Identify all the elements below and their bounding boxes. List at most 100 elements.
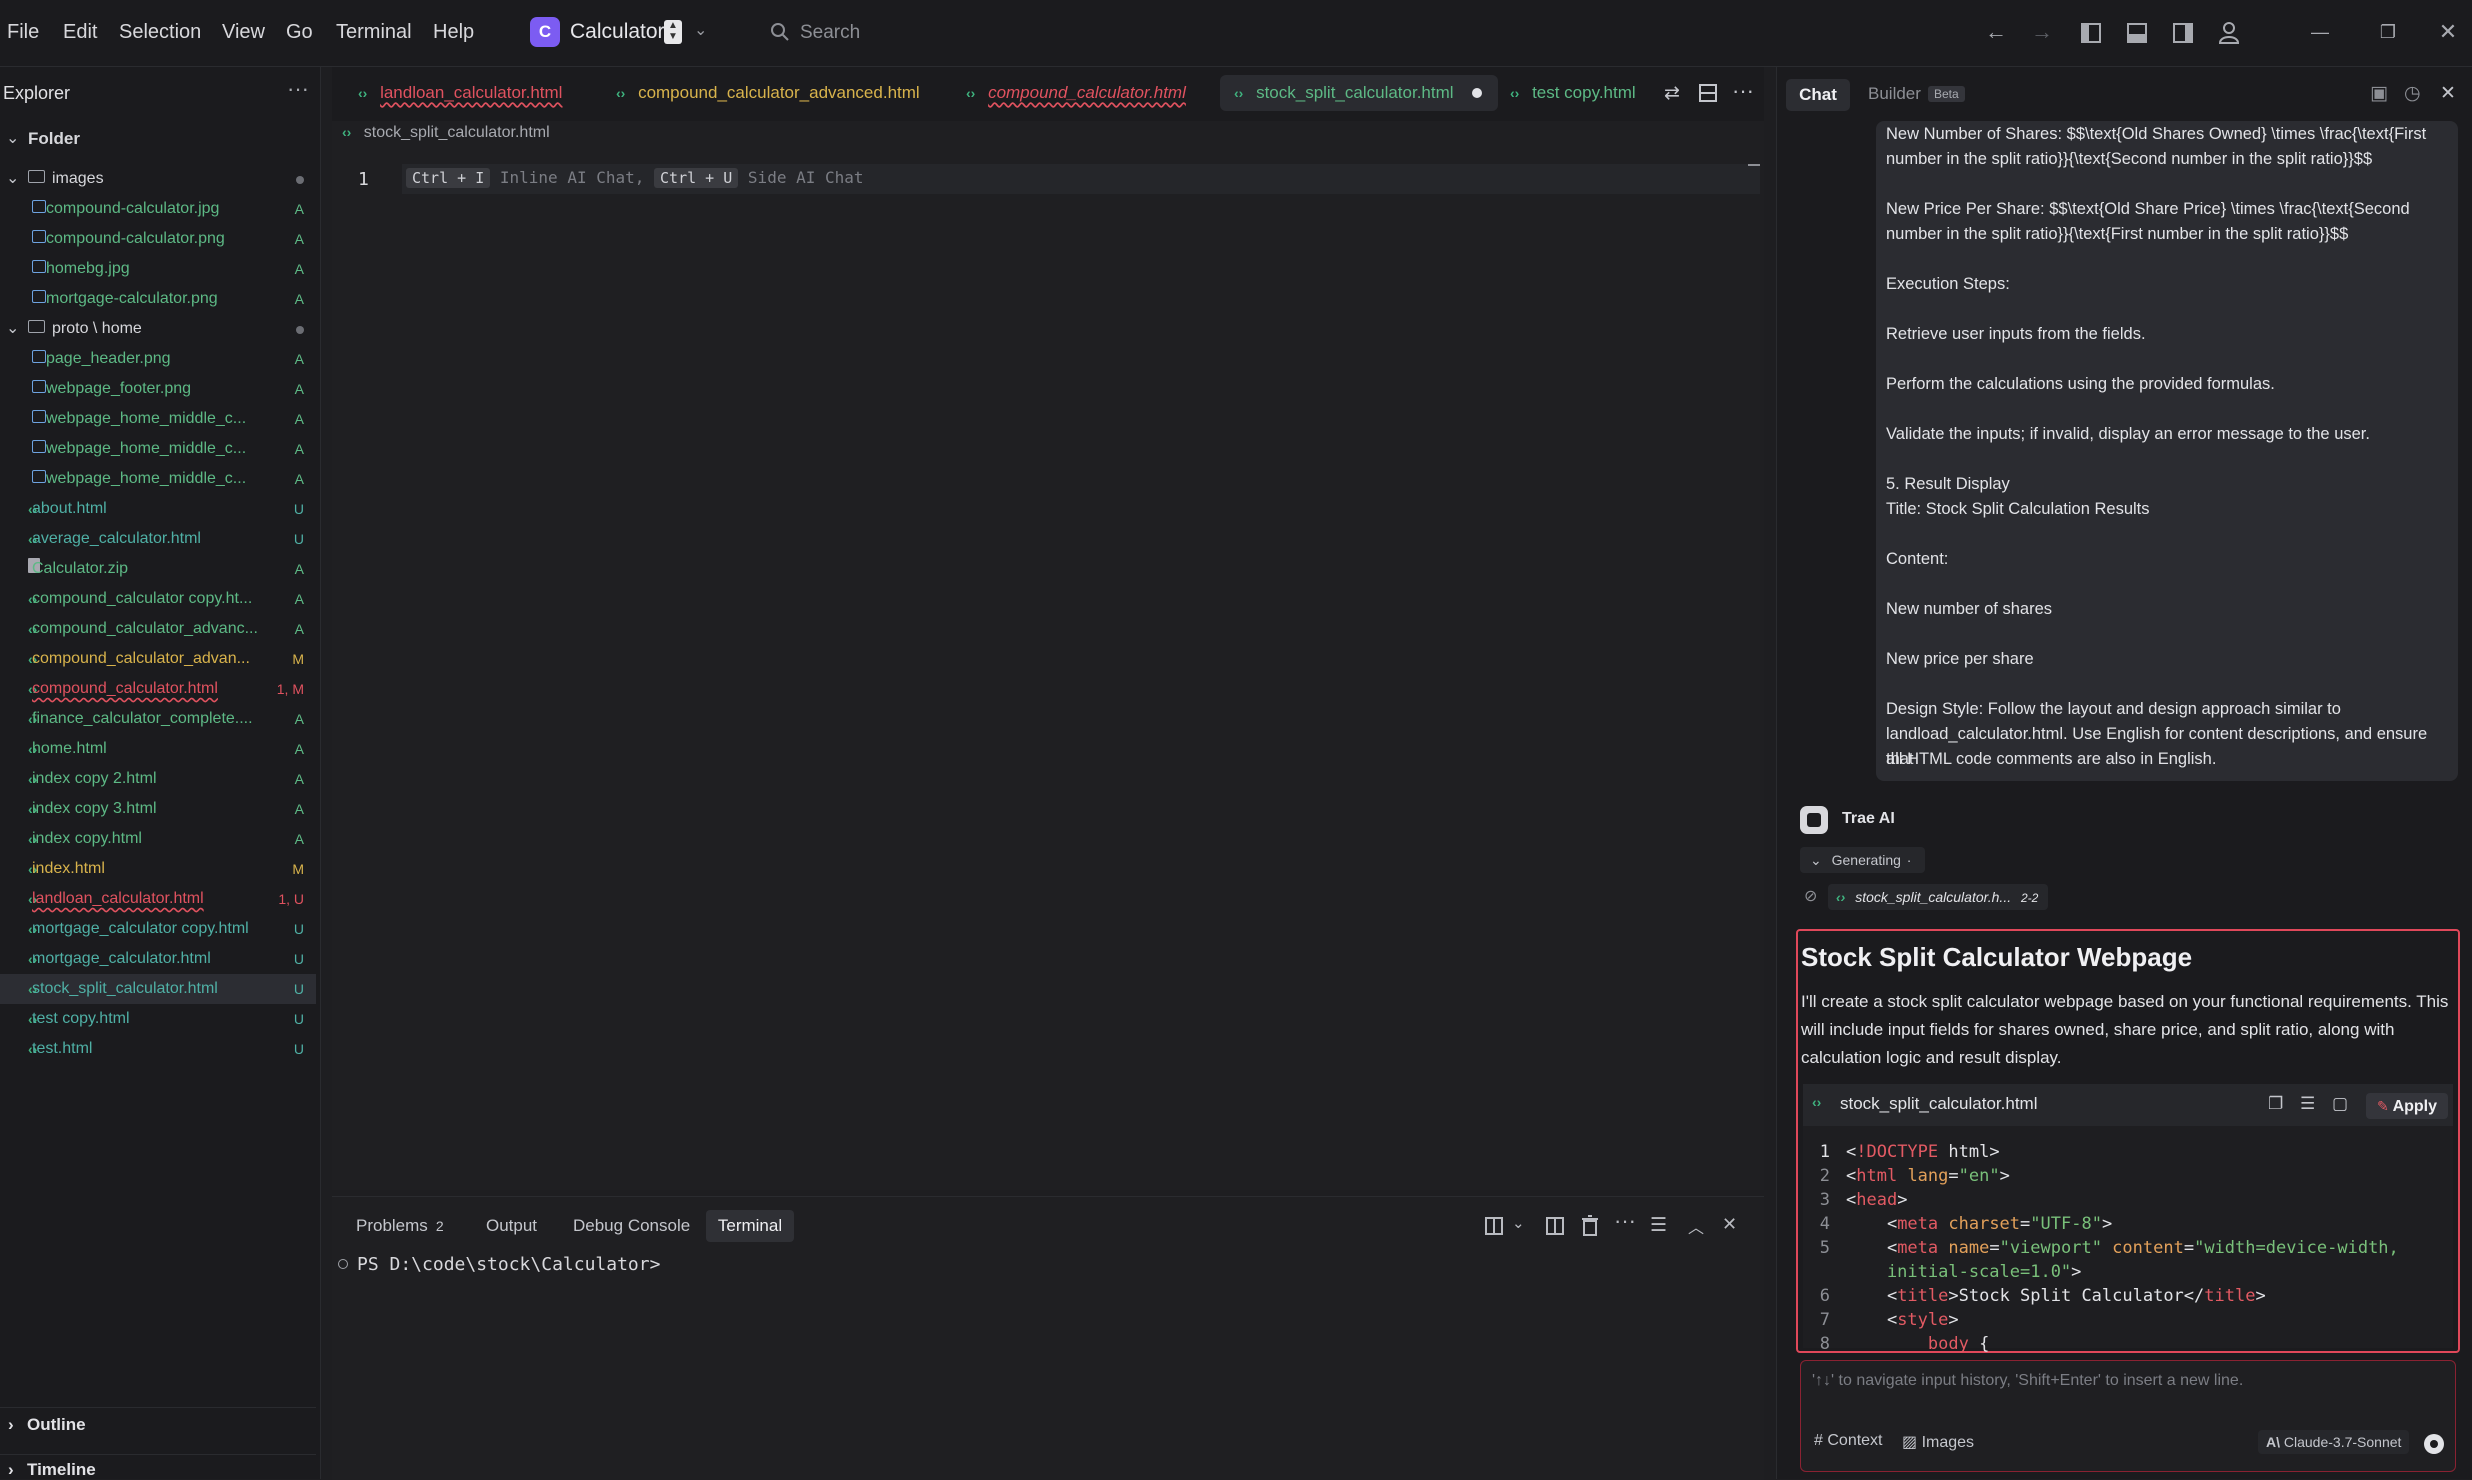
tree-file[interactable]: ‹› compound_calculator copy.ht... A bbox=[0, 584, 316, 614]
menu-file[interactable]: File bbox=[7, 21, 39, 44]
tree-file[interactable]: ‹› finance_calculator_complete.... A bbox=[0, 704, 316, 734]
tab-debug-console[interactable]: Debug Console bbox=[573, 1216, 690, 1236]
tab-compound-calculator-advanced[interactable]: ‹› compound_calculator_advanced.html bbox=[616, 70, 920, 116]
split-editor-icon[interactable] bbox=[1698, 83, 1718, 103]
images-button[interactable]: ▨ Images bbox=[1902, 1432, 1974, 1452]
tree-file[interactable]: webpage_home_middle_c... A bbox=[0, 464, 316, 494]
toggle-sidebar-icon[interactable] bbox=[2080, 22, 2102, 44]
tree-item-label: homebg.jpg bbox=[46, 260, 130, 277]
split-terminal-icon[interactable] bbox=[1545, 1216, 1565, 1236]
tab-terminal[interactable]: Terminal bbox=[706, 1210, 794, 1242]
menu-edit[interactable]: Edit bbox=[63, 21, 97, 44]
tree-file[interactable]: ‹› index copy 3.html A bbox=[0, 794, 316, 824]
workspace-name[interactable]: Calculator bbox=[570, 20, 665, 44]
close-chat-icon[interactable]: ✕ bbox=[2440, 82, 2456, 105]
copy-icon[interactable]: ❐ bbox=[2268, 1094, 2283, 1114]
more-actions-icon[interactable]: ··· bbox=[287, 76, 309, 102]
chat-input-placeholder[interactable]: '↑↓' to navigate input history, 'Shift+E… bbox=[1812, 1372, 2243, 1390]
more-actions-icon[interactable]: ··· bbox=[1732, 78, 1754, 104]
tree-folder[interactable]: ⌄ proto \ home bbox=[0, 314, 316, 344]
toggle-secondary-sidebar-icon[interactable] bbox=[2172, 22, 2194, 44]
tree-file[interactable]: webpage_home_middle_c... A bbox=[0, 404, 316, 434]
tree-file[interactable]: ‹› average_calculator.html U bbox=[0, 524, 316, 554]
breadcrumb-file[interactable]: stock_split_calculator.html bbox=[364, 124, 550, 141]
timeline-section[interactable]: › Timeline bbox=[0, 1454, 316, 1480]
tree-file[interactable]: ‹› home.html A bbox=[0, 734, 316, 764]
more-actions-icon[interactable]: ··· bbox=[1614, 1208, 1636, 1234]
menu-terminal[interactable]: Terminal bbox=[336, 21, 412, 44]
tree-file[interactable]: ‹› landloan_calculator.html 1, U bbox=[0, 884, 316, 914]
tree-file[interactable]: webpage_home_middle_c... A bbox=[0, 434, 316, 464]
tree-file[interactable]: ‹› index copy 2.html A bbox=[0, 764, 316, 794]
tree-file[interactable]: homebg.jpg A bbox=[0, 254, 316, 284]
maximize-panel-icon[interactable]: ︿ bbox=[1688, 1214, 1704, 1238]
insert-icon[interactable]: ☰ bbox=[2300, 1094, 2315, 1114]
menu-view[interactable]: View bbox=[222, 21, 265, 44]
tab-test-copy[interactable]: ‹› test copy.html bbox=[1510, 70, 1636, 116]
tab-chat[interactable]: Chat bbox=[1786, 79, 1850, 111]
tab-builder[interactable]: Builder bbox=[1868, 84, 1921, 104]
chevron-down-icon[interactable]: ⌄ bbox=[1512, 1214, 1525, 1232]
editor-area[interactable] bbox=[332, 67, 1764, 1190]
file-reference[interactable]: ‹› stock_split_calculator.h... 2-2 bbox=[1828, 884, 2049, 910]
tree-file[interactable]: ‹› compound_calculator.html 1, M bbox=[0, 674, 316, 704]
outline-section[interactable]: › Outline bbox=[0, 1407, 316, 1438]
new-file-icon[interactable]: ▢ bbox=[2332, 1094, 2348, 1114]
folder-root[interactable]: ⌄ Folder bbox=[0, 124, 316, 154]
tree-file[interactable]: compound-calculator.png A bbox=[0, 224, 316, 254]
tree-file[interactable]: ‹› test.html U bbox=[0, 1034, 316, 1064]
terminal-prompt[interactable]: PS D:\code\stock\Calculator> bbox=[357, 1254, 660, 1275]
account-icon[interactable] bbox=[2218, 21, 2240, 45]
close-window-icon[interactable]: ✕ bbox=[2434, 18, 2462, 46]
context-button[interactable]: # Context bbox=[1814, 1432, 1883, 1450]
tab-output[interactable]: Output bbox=[486, 1216, 537, 1236]
restore-icon[interactable]: ❐ bbox=[2374, 18, 2402, 46]
settings-sliders-icon[interactable]: ☰ bbox=[1650, 1214, 1667, 1237]
model-selector[interactable]: A\ Claude-3.7-Sonnet bbox=[2258, 1430, 2410, 1454]
tree-file[interactable]: webpage_footer.png A bbox=[0, 374, 316, 404]
apply-button[interactable]: ✎ Apply bbox=[2366, 1093, 2448, 1119]
menu-go[interactable]: Go bbox=[286, 21, 313, 44]
menu-help[interactable]: Help bbox=[433, 21, 474, 44]
line-number: 1 bbox=[358, 169, 369, 190]
tree-file[interactable]: compound-calculator.jpg A bbox=[0, 194, 316, 224]
terminal-layout-icon[interactable] bbox=[1484, 1216, 1504, 1236]
workspace-stepper-icon[interactable]: ▲ ▼ bbox=[664, 20, 682, 44]
menu-selection[interactable]: Selection bbox=[119, 21, 201, 44]
tree-file[interactable]: ‹› about.html U bbox=[0, 494, 316, 524]
tree-folder[interactable]: ⌄ images bbox=[0, 164, 316, 194]
minimize-icon[interactable]: — bbox=[2306, 18, 2334, 46]
new-chat-icon[interactable]: ▣ bbox=[2370, 82, 2388, 105]
breadcrumb[interactable]: ‹› stock_split_calculator.html bbox=[342, 124, 550, 142]
tree-file[interactable]: ‹› stock_split_calculator.html U bbox=[0, 974, 316, 1004]
toggle-panel-icon[interactable] bbox=[2126, 22, 2148, 44]
tree-file[interactable]: ‹› mortgage_calculator copy.html U bbox=[0, 914, 316, 944]
git-status-badge: A bbox=[294, 711, 304, 727]
generating-status[interactable]: ⌄ Generating · bbox=[1800, 847, 1926, 873]
app-logo[interactable]: C bbox=[530, 17, 560, 47]
history-icon[interactable]: ◷ bbox=[2404, 82, 2421, 105]
arrow-forward-icon[interactable]: → bbox=[2028, 18, 2056, 46]
close-panel-icon[interactable]: ✕ bbox=[1722, 1214, 1737, 1235]
chevron-down-icon[interactable]: ⌄ bbox=[694, 20, 707, 40]
tree-file[interactable]: ‹› test copy.html U bbox=[0, 1004, 316, 1034]
tab-landloan-calculator[interactable]: ‹› landloan_calculator.html bbox=[358, 70, 562, 116]
tree-file[interactable]: ‹› compound_calculator_advan... M bbox=[0, 644, 316, 674]
search-input[interactable]: Search bbox=[800, 22, 860, 44]
send-button[interactable] bbox=[2424, 1434, 2444, 1454]
tree-file[interactable]: ‹› compound_calculator_advanc... A bbox=[0, 614, 316, 644]
tab-compound-calculator[interactable]: ‹› compound_calculator.html bbox=[966, 70, 1186, 116]
tree-file[interactable]: mortgage-calculator.png A bbox=[0, 284, 316, 314]
unsaved-dot-icon[interactable] bbox=[1472, 88, 1483, 98]
tree-file[interactable]: ‹› index copy.html A bbox=[0, 824, 316, 854]
tab-stock-split-calculator[interactable]: ‹› stock_split_calculator.html bbox=[1220, 75, 1499, 111]
tree-file[interactable]: Calculator.zip A bbox=[0, 554, 316, 584]
arrow-back-icon[interactable]: ← bbox=[1982, 18, 2010, 46]
tree-file[interactable]: page_header.png A bbox=[0, 344, 316, 374]
compare-icon[interactable]: ⇄ bbox=[1664, 82, 1680, 105]
tree-file[interactable]: ‹› mortgage_calculator.html U bbox=[0, 944, 316, 974]
tab-problems[interactable]: Problems 2 bbox=[356, 1216, 444, 1236]
trash-icon[interactable] bbox=[1580, 1215, 1600, 1237]
search-icon[interactable] bbox=[770, 22, 790, 42]
tree-file[interactable]: ‹› index.html M bbox=[0, 854, 316, 884]
